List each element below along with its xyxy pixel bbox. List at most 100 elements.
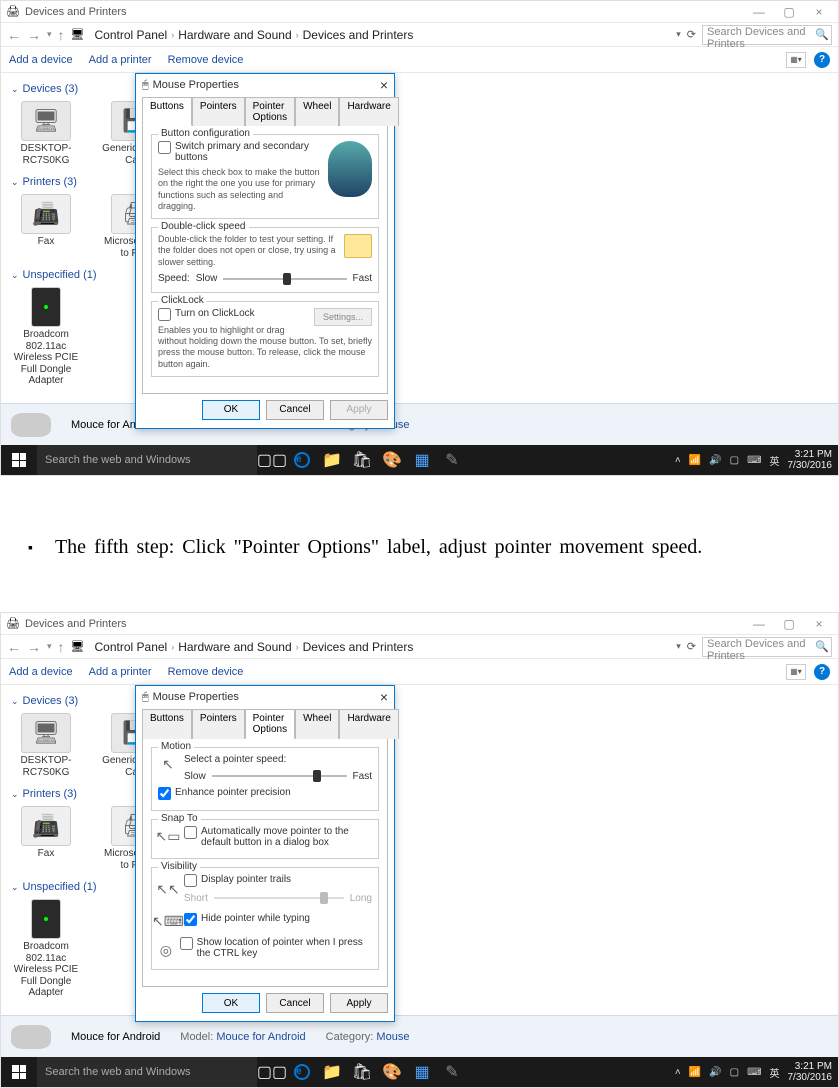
hide-while-typing-checkbox[interactable]: Hide pointer while typing [184, 913, 310, 926]
breadcrumb-c[interactable]: Devices and Printers [303, 640, 414, 654]
app-button-1[interactable]: 🎨 [377, 1057, 407, 1087]
breadcrumb[interactable]: Control Panel › Hardware and Sound › Dev… [91, 640, 671, 654]
search-input[interactable]: Search Devices and Printers 🔍 [702, 25, 832, 45]
search-icon[interactable]: 🔍 [815, 28, 829, 41]
apply-button[interactable]: Apply [330, 993, 388, 1013]
edge-button[interactable]: e [287, 445, 317, 475]
add-device-link[interactable]: Add a device [9, 54, 73, 66]
minimize-button[interactable]: — [744, 617, 774, 631]
add-printer-link[interactable]: Add a printer [89, 666, 152, 678]
start-button[interactable] [1, 1057, 37, 1087]
wifi-icon[interactable]: 📶 [689, 1067, 701, 1078]
wifi-icon[interactable]: 📶 [689, 455, 701, 466]
remove-device-link[interactable]: Remove device [168, 54, 244, 66]
store-button[interactable]: 🛍 [347, 445, 377, 475]
ime-button[interactable]: 英 [770, 1065, 780, 1080]
up-button[interactable]: ↑ [58, 639, 65, 655]
display-trails-checkbox[interactable]: Display pointer trails [184, 874, 372, 887]
view-options-button[interactable]: ▦▾ [786, 52, 806, 68]
device-item-desktop[interactable]: 🖥 DESKTOP-RC7S0KG [11, 101, 81, 166]
volume-icon[interactable]: 🔊 [709, 455, 721, 466]
unspecified-category-header[interactable]: ⌄Unspecified (1) [11, 881, 828, 893]
app-button-1[interactable]: 🎨 [377, 445, 407, 475]
ok-button[interactable]: OK [202, 400, 260, 420]
forward-button[interactable]: → [27, 639, 41, 655]
help-button[interactable]: ? [814, 52, 830, 68]
device-item-desktop[interactable]: 🖥DESKTOP-RC7S0KG [11, 713, 81, 778]
app-button-3[interactable]: ✎ [437, 1057, 467, 1087]
edge-button[interactable]: e [287, 1057, 317, 1087]
close-button[interactable]: × [804, 5, 834, 19]
tab-hardware[interactable]: Hardware [339, 709, 398, 739]
tab-buttons[interactable]: Buttons [142, 709, 192, 739]
switch-primary-checkbox[interactable]: Switch primary and secondary buttons [158, 141, 322, 163]
recent-dropdown[interactable]: ▾ [47, 641, 52, 652]
file-explorer-button[interactable]: 📁 [317, 1057, 347, 1087]
minimize-button[interactable]: — [744, 5, 774, 19]
up-button[interactable]: ↑ [58, 27, 65, 43]
tab-pointers[interactable]: Pointers [192, 709, 245, 739]
view-options-button[interactable]: ▦▾ [786, 664, 806, 680]
enhance-precision-checkbox[interactable]: Enhance pointer precision [158, 787, 372, 800]
add-printer-link[interactable]: Add a printer [89, 54, 152, 66]
tab-pointer-options[interactable]: Pointer Options [245, 709, 295, 739]
dblclick-speed-slider[interactable] [223, 272, 346, 286]
unspecified-item-dongle[interactable]: Broadcom 802.11ac Wireless PCIE Full Don… [11, 287, 81, 387]
printer-item-fax[interactable]: 📠 Fax [11, 194, 81, 259]
printer-item-fax[interactable]: 📠Fax [11, 806, 81, 871]
search-icon[interactable]: 🔍 [815, 640, 829, 653]
volume-icon[interactable]: 🔊 [709, 1067, 721, 1078]
refresh-button[interactable]: ⟳ [687, 640, 696, 653]
snap-to-checkbox[interactable]: Automatically move pointer to the defaul… [184, 826, 372, 848]
keyboard-icon[interactable]: ⌨ [747, 1067, 761, 1078]
notification-icon[interactable]: ▢ [730, 1067, 739, 1078]
breadcrumb[interactable]: Control Panel › Hardware and Sound › Dev… [91, 28, 671, 42]
keyboard-icon[interactable]: ⌨ [747, 455, 761, 466]
tab-pointers[interactable]: Pointers [192, 97, 245, 126]
breadcrumb-b[interactable]: Hardware and Sound [178, 640, 291, 654]
file-explorer-button[interactable]: 📁 [317, 445, 347, 475]
breadcrumb-a[interactable]: Control Panel [95, 640, 168, 654]
tab-wheel[interactable]: Wheel [295, 709, 339, 739]
address-dropdown[interactable]: ▾ [676, 29, 681, 40]
turn-on-clicklock-checkbox[interactable]: Turn on ClickLock [158, 308, 314, 321]
remove-device-link[interactable]: Remove device [168, 666, 244, 678]
pointer-speed-slider[interactable] [212, 769, 347, 783]
tab-wheel[interactable]: Wheel [295, 97, 339, 126]
unspecified-item-dongle[interactable]: Broadcom 802.11ac Wireless PCIE Full Don… [11, 899, 81, 999]
store-button[interactable]: 🛍 [347, 1057, 377, 1087]
back-button[interactable]: ← [7, 639, 21, 655]
maximize-button[interactable]: ▢ [774, 617, 804, 631]
address-dropdown[interactable]: ▾ [676, 641, 681, 652]
clock[interactable]: 3:21 PM 7/30/2016 [788, 1061, 833, 1083]
task-view-button[interactable]: ▢▢ [257, 445, 287, 475]
taskbar-search-input[interactable]: Search the web and Windows [37, 445, 257, 475]
notification-icon[interactable]: ▢ [730, 455, 739, 466]
show-ctrl-location-checkbox[interactable]: Show location of pointer when I press th… [180, 937, 372, 959]
clicklock-settings-button[interactable]: Settings... [314, 308, 372, 326]
tray-chevron-icon[interactable]: ˄ [675, 455, 681, 466]
help-button[interactable]: ? [814, 664, 830, 680]
breadcrumb-b[interactable]: Hardware and Sound [178, 28, 291, 42]
taskbar-search-input[interactable]: Search the web and Windows [37, 1057, 257, 1087]
apply-button[interactable]: Apply [330, 400, 388, 420]
app-button-2[interactable]: ▦ [407, 445, 437, 475]
printers-category-header[interactable]: ⌄Printers (3) [11, 176, 828, 188]
ok-button[interactable]: OK [202, 993, 260, 1013]
devices-category-header[interactable]: ⌄Devices (3) [11, 695, 828, 707]
devices-category-header[interactable]: ⌄Devices (3) [11, 83, 828, 95]
refresh-button[interactable]: ⟳ [687, 28, 696, 41]
breadcrumb-c[interactable]: Devices and Printers [303, 28, 414, 42]
close-button[interactable]: × [804, 617, 834, 631]
recent-dropdown[interactable]: ▾ [47, 29, 52, 40]
cancel-button[interactable]: Cancel [266, 400, 324, 420]
cancel-button[interactable]: Cancel [266, 993, 324, 1013]
maximize-button[interactable]: ▢ [774, 5, 804, 19]
task-view-button[interactable]: ▢▢ [257, 1057, 287, 1087]
tab-pointer-options[interactable]: Pointer Options [245, 97, 295, 126]
test-folder-icon[interactable] [344, 234, 372, 258]
dialog-close-button[interactable]: × [380, 77, 388, 93]
back-button[interactable]: ← [7, 27, 21, 43]
clock[interactable]: 3:21 PM 7/30/2016 [788, 449, 833, 471]
tab-hardware[interactable]: Hardware [339, 97, 398, 126]
